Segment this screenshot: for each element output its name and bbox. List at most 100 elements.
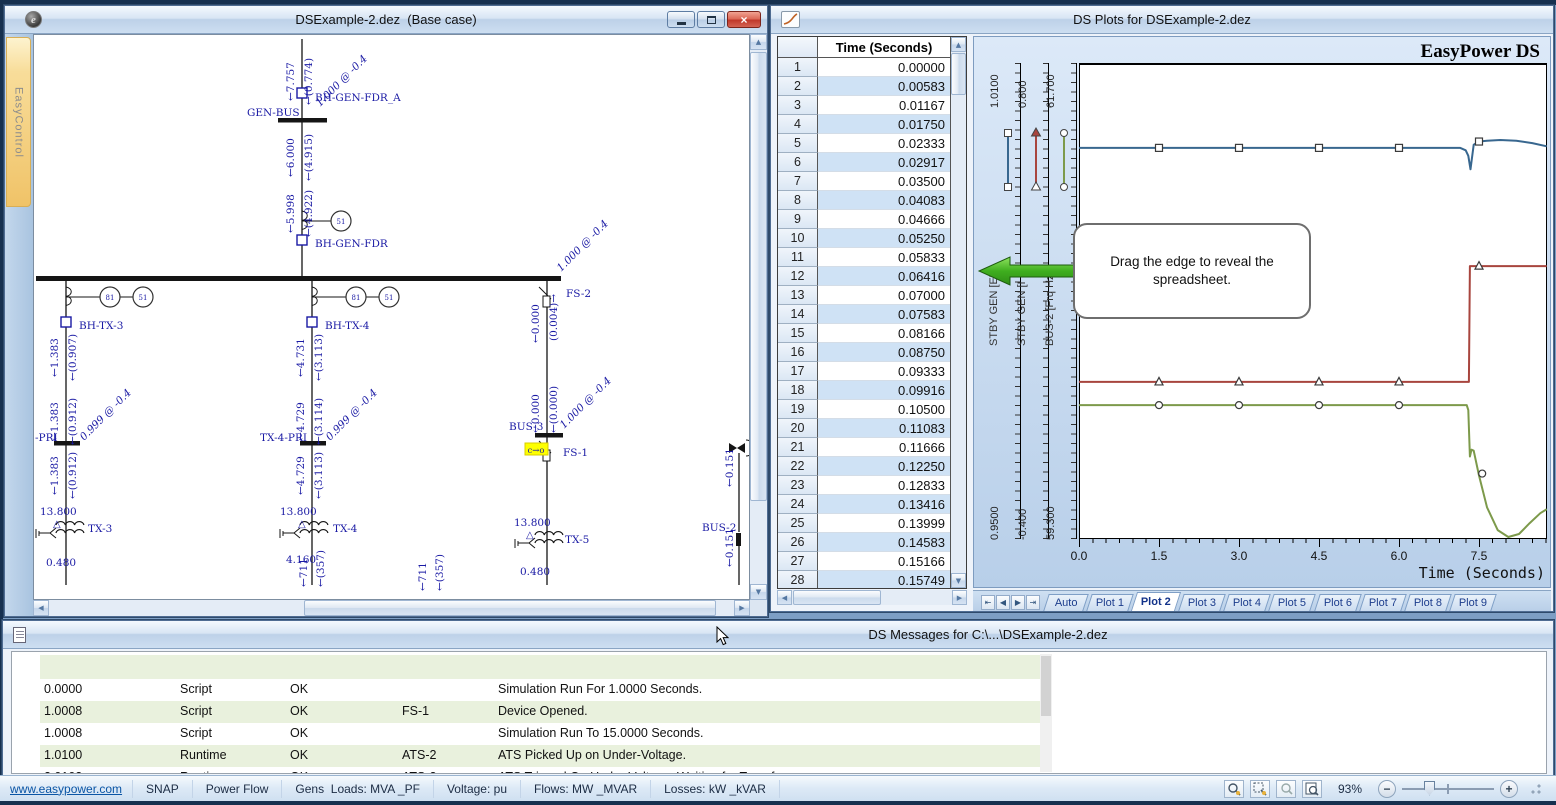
plots-window-titlebar[interactable]: DS Plots for DSExample-2.dez xyxy=(771,6,1553,34)
time-cell[interactable]: 0.00000 xyxy=(818,58,950,77)
close-button[interactable]: × xyxy=(727,11,761,28)
spreadsheet-row[interactable]: 80.04083 xyxy=(778,191,950,210)
time-cell[interactable]: 0.07000 xyxy=(818,286,950,305)
zoom-slider-thumb[interactable] xyxy=(1424,781,1435,796)
spreadsheet-row[interactable]: 270.15166 xyxy=(778,552,950,571)
spreadsheet-row[interactable]: 50.02333 xyxy=(778,134,950,153)
spreadsheet-row[interactable]: 120.06416 xyxy=(778,267,950,286)
scroll-up-button[interactable]: ▲ xyxy=(951,37,966,52)
time-cell[interactable]: 0.06416 xyxy=(818,267,950,286)
message-row[interactable]: 1.0008ScriptOKFS-1Device Opened. xyxy=(40,701,1040,723)
row-number-cell[interactable]: 12 xyxy=(778,267,818,286)
time-cell[interactable]: 0.15749 xyxy=(818,571,950,588)
previous-plot-button[interactable]: ◀ xyxy=(996,595,1010,610)
row-number-cell[interactable]: 5 xyxy=(778,134,818,153)
row-number-cell[interactable]: 18 xyxy=(778,381,818,400)
spreadsheet-row[interactable]: 210.11666 xyxy=(778,438,950,457)
message-row[interactable]: 2.0102RuntimeOKATS-2ATS Tripped On Under… xyxy=(40,767,1040,774)
row-number-cell[interactable]: 23 xyxy=(778,476,818,495)
status-item[interactable]: Flows: MW _MVAR xyxy=(521,780,651,798)
next-plot-button[interactable]: ▶ xyxy=(1011,595,1025,610)
row-number-cell[interactable]: 9 xyxy=(778,210,818,229)
zoom-out-button[interactable]: − xyxy=(1378,780,1396,798)
row-number-cell[interactable]: 26 xyxy=(778,533,818,552)
spreadsheet-row[interactable]: 190.10500 xyxy=(778,400,950,419)
hscroll-thumb[interactable] xyxy=(304,600,716,616)
scroll-down-button[interactable]: ▼ xyxy=(750,584,767,600)
tab-plot-9[interactable]: Plot 9 xyxy=(1449,594,1497,611)
status-item[interactable]: Losses: kW _kVAR xyxy=(651,780,780,798)
spreadsheet-row[interactable]: 20.00583 xyxy=(778,77,950,96)
spreadsheet-row[interactable]: 150.08166 xyxy=(778,324,950,343)
row-number-cell[interactable]: 13 xyxy=(778,286,818,305)
time-cell[interactable]: 0.11666 xyxy=(818,438,950,457)
time-cell[interactable]: 0.05833 xyxy=(818,248,950,267)
message-row[interactable]: 1.0008ScriptOKSimulation Run To 15.0000 … xyxy=(40,723,1040,745)
hscroll-thumb[interactable] xyxy=(793,590,881,605)
row-number-cell[interactable]: 22 xyxy=(778,457,818,476)
zoom-window-button[interactable] xyxy=(1250,780,1270,798)
time-cell[interactable]: 0.02333 xyxy=(818,134,950,153)
spreadsheet-row[interactable]: 160.08750 xyxy=(778,343,950,362)
time-cell[interactable]: 0.13416 xyxy=(818,495,950,514)
spreadsheet-row[interactable]: 170.09333 xyxy=(778,362,950,381)
row-number-cell[interactable]: 24 xyxy=(778,495,818,514)
time-cell[interactable]: 0.12833 xyxy=(818,476,950,495)
scroll-right-button[interactable]: ▶ xyxy=(952,590,967,605)
row-number-cell[interactable]: 11 xyxy=(778,248,818,267)
spreadsheet-hscrollbar[interactable]: ◀ ▶ xyxy=(777,590,967,605)
messages-window-titlebar[interactable]: DS Messages for C:\...\DSExample-2.dez xyxy=(3,621,1553,649)
time-cell[interactable]: 0.11083 xyxy=(818,419,950,438)
spreadsheet-row[interactable]: 90.04666 xyxy=(778,210,950,229)
time-cell[interactable]: 0.03500 xyxy=(818,172,950,191)
corner-cell[interactable] xyxy=(778,37,818,57)
tab-plot-5[interactable]: Plot 5 xyxy=(1269,594,1317,611)
spreadsheet-row[interactable]: 240.13416 xyxy=(778,495,950,514)
spreadsheet-row[interactable]: 280.15749 xyxy=(778,571,950,588)
time-cell[interactable]: 0.08750 xyxy=(818,343,950,362)
time-cell[interactable]: 0.08166 xyxy=(818,324,950,343)
vscroll-thumb[interactable] xyxy=(750,52,767,501)
diagram-hscrollbar[interactable]: ◀ ▶ xyxy=(33,600,750,616)
messages-vscrollbar[interactable] xyxy=(1040,654,1052,772)
diagram-vscrollbar[interactable]: ▲ ▼ xyxy=(750,34,767,600)
row-number-cell[interactable]: 10 xyxy=(778,229,818,248)
messages-list-area[interactable]: 0.0000ScriptOKSimulation Run For 1.0000 … xyxy=(11,651,1547,774)
spreadsheet-row[interactable]: 60.02917 xyxy=(778,153,950,172)
spreadsheet-row[interactable]: 220.12250 xyxy=(778,457,950,476)
spreadsheet-row[interactable]: 100.05250 xyxy=(778,229,950,248)
row-number-cell[interactable]: 14 xyxy=(778,305,818,324)
row-number-cell[interactable]: 28 xyxy=(778,571,818,588)
row-number-cell[interactable]: 7 xyxy=(778,172,818,191)
row-number-cell[interactable]: 16 xyxy=(778,343,818,362)
zoom-sheet-button[interactable] xyxy=(1302,780,1322,798)
row-number-cell[interactable]: 20 xyxy=(778,419,818,438)
minimize-button[interactable] xyxy=(667,11,695,28)
spreadsheet-row[interactable]: 180.09916 xyxy=(778,381,950,400)
time-cell[interactable]: 0.01167 xyxy=(818,96,950,115)
scroll-right-button[interactable]: ▶ xyxy=(734,600,750,616)
spreadsheet-row[interactable]: 30.01167 xyxy=(778,96,950,115)
row-number-cell[interactable]: 1 xyxy=(778,58,818,77)
time-cell[interactable]: 0.15166 xyxy=(818,552,950,571)
time-cell[interactable]: 0.13999 xyxy=(818,514,950,533)
tab-plot-6[interactable]: Plot 6 xyxy=(1314,594,1362,611)
time-cell[interactable]: 0.14583 xyxy=(818,533,950,552)
spreadsheet-row[interactable]: 230.12833 xyxy=(778,476,950,495)
row-number-cell[interactable]: 19 xyxy=(778,400,818,419)
time-cell[interactable]: 0.02917 xyxy=(818,153,950,172)
row-number-cell[interactable]: 2 xyxy=(778,77,818,96)
spreadsheet-vscrollbar[interactable]: ▲ ▼ xyxy=(950,37,966,588)
spreadsheet-row[interactable]: 260.14583 xyxy=(778,533,950,552)
time-column-header[interactable]: Time (Seconds) xyxy=(818,37,950,57)
maximize-button[interactable] xyxy=(697,11,725,28)
time-cell[interactable]: 0.05250 xyxy=(818,229,950,248)
tab-plot-1[interactable]: Plot 1 xyxy=(1086,594,1134,611)
time-cell[interactable]: 0.12250 xyxy=(818,457,950,476)
tab-plot-3[interactable]: Plot 3 xyxy=(1178,594,1226,611)
diagram-window-titlebar[interactable]: e DSExample-2.dez (Base case) × xyxy=(5,6,767,34)
time-cell[interactable]: 0.10500 xyxy=(818,400,950,419)
row-number-cell[interactable]: 27 xyxy=(778,552,818,571)
scroll-up-button[interactable]: ▲ xyxy=(750,34,767,50)
spreadsheet-row[interactable]: 200.11083 xyxy=(778,419,950,438)
